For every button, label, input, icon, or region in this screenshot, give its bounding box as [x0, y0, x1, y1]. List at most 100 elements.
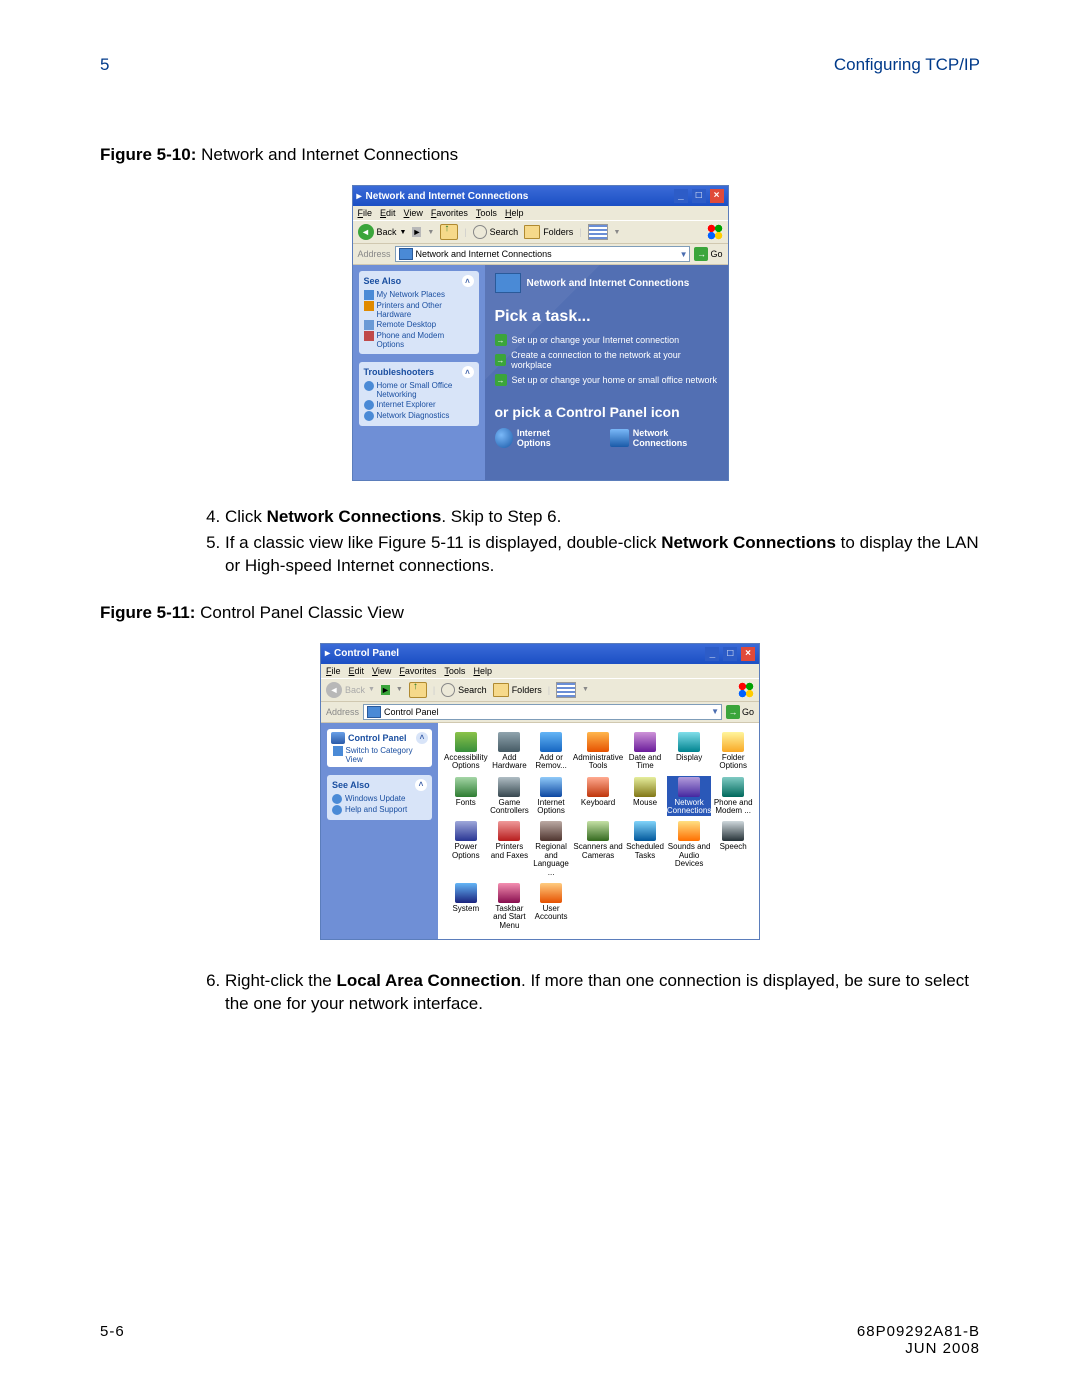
forward-button[interactable]: ► [412, 227, 421, 237]
up-button[interactable] [440, 224, 458, 240]
control-panel-switch: Control Panel˄ Switch to Category View [327, 729, 432, 767]
forward-button[interactable]: ► [381, 685, 390, 695]
applet-icon [634, 732, 656, 752]
switch-category-view[interactable]: Switch to Category View [333, 746, 428, 764]
menu-file[interactable]: File [326, 666, 341, 676]
cp-icon-internet-options[interactable]: Internet Options [531, 776, 571, 817]
minimize-button[interactable]: _ [705, 647, 719, 661]
collapse-icon[interactable]: ˄ [462, 366, 474, 378]
close-button[interactable]: × [741, 647, 755, 661]
cp-icon-folder-options[interactable]: Folder Options [713, 731, 753, 772]
see-also-help-support[interactable]: Help and Support [332, 805, 427, 815]
cp-icon-fonts[interactable]: Fonts [444, 776, 488, 817]
cp-icon-game-controllers[interactable]: Game Controllers [490, 776, 530, 817]
menu-favorites[interactable]: Favorites [399, 666, 436, 676]
ts-home-office[interactable]: Home or Small Office Networking [364, 381, 474, 399]
menu-tools[interactable]: Tools [476, 208, 497, 218]
views-button[interactable] [588, 224, 608, 240]
folders-button[interactable]: Folders [524, 225, 573, 239]
cp-icon-mouse[interactable]: Mouse [625, 776, 665, 817]
section-title: Configuring TCP/IP [834, 55, 980, 75]
cp-icon-scanners-and-cameras[interactable]: Scanners and Cameras [573, 820, 623, 878]
see-also-phone-modem[interactable]: Phone and Modem Options [364, 331, 474, 349]
applet-icon [722, 777, 744, 797]
cp-icon-taskbar-and-start-menu[interactable]: Taskbar and Start Menu [490, 882, 530, 931]
maximize-button[interactable]: □ [723, 647, 737, 661]
icon-network-connections[interactable]: Network Connections [610, 428, 717, 448]
menu-tools[interactable]: Tools [444, 666, 465, 676]
maximize-button[interactable]: □ [692, 189, 706, 203]
collapse-icon[interactable]: ˄ [415, 779, 427, 791]
see-also-my-network-places[interactable]: My Network Places [364, 290, 474, 300]
applet-icon [455, 732, 477, 752]
menu-view[interactable]: View [404, 208, 423, 218]
menu-favorites[interactable]: Favorites [431, 208, 468, 218]
applet-icon [678, 732, 700, 752]
menubar: File Edit View Favorites Tools Help [321, 664, 759, 678]
search-button[interactable]: Search [473, 225, 519, 239]
see-also-printers[interactable]: Printers and Other Hardware [364, 301, 474, 319]
cp-icon-administrative-tools[interactable]: Administrative Tools [573, 731, 623, 772]
cp-icon-add-or-remov[interactable]: Add or Remov... [531, 731, 571, 772]
cp-icon-speech[interactable]: Speech [713, 820, 753, 878]
cp-icon-date-and-time[interactable]: Date and Time [625, 731, 665, 772]
go-button[interactable]: →Go [694, 247, 722, 261]
cp-icon-network-connections[interactable]: Network Connections [667, 776, 711, 817]
cp-icon-printers-and-faxes[interactable]: Printers and Faxes [490, 820, 530, 878]
step-5: If a classic view like Figure 5-11 is di… [225, 532, 980, 578]
address-input[interactable]: Control Panel ▼ [363, 704, 722, 720]
see-also-panel: See Also˄ Windows Update Help and Suppor… [327, 775, 432, 820]
step-4: Click Network Connections. Skip to Step … [225, 506, 980, 529]
windows-logo-icon [737, 681, 755, 699]
screenshot-network-internet: ▸Network and Internet Connections _ □ × … [352, 185, 729, 481]
icon-internet-options[interactable]: Internet Options [495, 428, 581, 448]
close-button[interactable]: × [710, 189, 724, 203]
left-task-pane: See Also˄ My Network Places Printers and… [353, 265, 485, 480]
back-button[interactable]: ◄Back▼ [358, 224, 407, 240]
applet-icon [587, 777, 609, 797]
collapse-icon[interactable]: ˄ [462, 275, 474, 287]
windows-logo-icon [706, 223, 724, 241]
figure-5-10-caption: Figure 5-10: Network and Internet Connec… [100, 145, 980, 165]
menu-help[interactable]: Help [473, 666, 492, 676]
search-button[interactable]: Search [441, 683, 487, 697]
cp-icon-system[interactable]: System [444, 882, 488, 931]
cp-icon-display[interactable]: Display [667, 731, 711, 772]
cp-icon-user-accounts[interactable]: User Accounts [531, 882, 571, 931]
go-button[interactable]: →Go [726, 705, 754, 719]
applet-icon [540, 732, 562, 752]
ts-ie[interactable]: Internet Explorer [364, 400, 474, 410]
ts-network-diag[interactable]: Network Diagnostics [364, 411, 474, 421]
address-input[interactable]: Network and Internet Connections ▼ [395, 246, 691, 262]
menu-help[interactable]: Help [505, 208, 524, 218]
see-also-remote-desktop[interactable]: Remote Desktop [364, 320, 474, 330]
task-workplace-connection[interactable]: →Create a connection to the network at y… [495, 350, 718, 370]
cp-icon-scheduled-tasks[interactable]: Scheduled Tasks [625, 820, 665, 878]
pick-a-task-heading: Pick a task... [495, 308, 718, 326]
cp-icon-regional-and-language[interactable]: Regional and Language ... [531, 820, 571, 878]
cp-icon-phone-and-modem[interactable]: Phone and Modem ... [713, 776, 753, 817]
address-bar: Address Control Panel ▼ →Go [321, 702, 759, 723]
cp-icon-sounds-and-audio-devices[interactable]: Sounds and Audio Devices [667, 820, 711, 878]
views-button[interactable] [556, 682, 576, 698]
menu-edit[interactable]: Edit [349, 666, 365, 676]
minimize-button[interactable]: _ [674, 189, 688, 203]
menu-file[interactable]: File [358, 208, 373, 218]
category-icon [495, 273, 521, 293]
menu-edit[interactable]: Edit [380, 208, 396, 218]
see-also-windows-update[interactable]: Windows Update [332, 794, 427, 804]
task-setup-internet[interactable]: →Set up or change your Internet connecti… [495, 334, 718, 346]
cp-icon-keyboard[interactable]: Keyboard [573, 776, 623, 817]
applet-icon [498, 777, 520, 797]
applet-icon [498, 821, 520, 841]
menu-view[interactable]: View [372, 666, 391, 676]
cp-icon-add-hardware[interactable]: Add Hardware [490, 731, 530, 772]
applet-icon [455, 883, 477, 903]
applet-icon [678, 821, 700, 841]
cp-icon-power-options[interactable]: Power Options [444, 820, 488, 878]
collapse-icon[interactable]: ˄ [416, 732, 428, 744]
task-home-office-network[interactable]: →Set up or change your home or small off… [495, 374, 718, 386]
up-button[interactable] [409, 682, 427, 698]
cp-icon-accessibility-options[interactable]: Accessibility Options [444, 731, 488, 772]
folders-button[interactable]: Folders [493, 683, 542, 697]
